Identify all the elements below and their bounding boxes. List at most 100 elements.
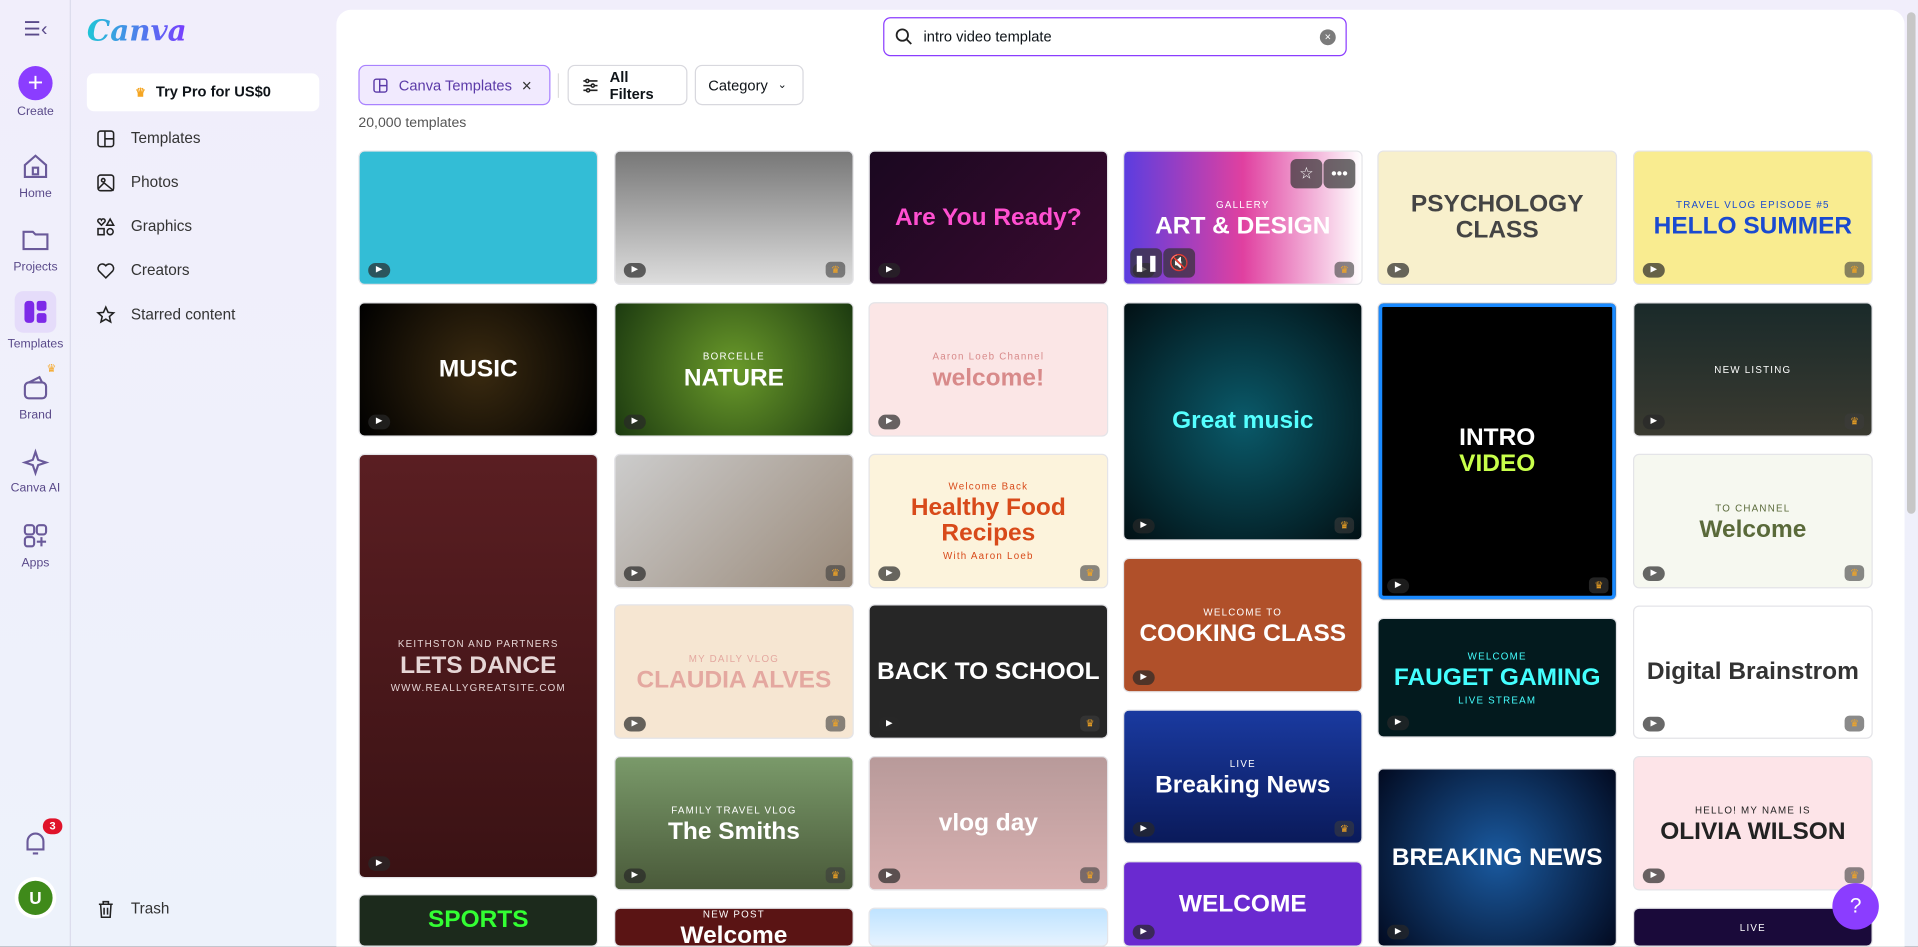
play-icon[interactable]: ▶ <box>878 415 900 430</box>
play-icon[interactable]: ▶ <box>1133 822 1155 837</box>
sidebar-item-templates[interactable]: Templates <box>95 124 200 153</box>
mute-icon[interactable]: 🔇 <box>1163 248 1195 277</box>
sidebar-item-starred[interactable]: Starred content <box>95 300 235 329</box>
play-icon[interactable]: ▶ <box>1387 716 1409 731</box>
search-value: intro video template <box>924 28 1052 45</box>
template-card[interactable]: HELLO! MY NAME ISOLIVIA WILSON▶♛ <box>1633 756 1873 891</box>
play-icon[interactable]: ▶ <box>1387 263 1409 278</box>
play-icon[interactable]: ▶ <box>1133 925 1155 940</box>
notifications-button[interactable]: 3 <box>0 827 71 864</box>
play-icon[interactable]: ▶ <box>624 717 646 732</box>
apps-label: Apps <box>22 557 50 570</box>
help-button[interactable]: ? <box>1832 883 1878 929</box>
category-dropdown[interactable]: Category⌄ <box>695 65 804 105</box>
play-icon[interactable]: ▶ <box>624 566 646 581</box>
clear-search-icon[interactable]: × <box>1320 29 1336 45</box>
play-icon[interactable]: ▶ <box>1643 868 1665 883</box>
template-card[interactable]: INTROVIDEO▶♛ <box>1377 302 1617 600</box>
play-icon[interactable]: ▶ <box>624 415 646 430</box>
create-button[interactable]: +Create <box>0 66 71 119</box>
template-card[interactable]: FAMILY TRAVEL VLOGThe Smiths▶♛ <box>614 756 854 891</box>
collapse-sidebar-button[interactable]: ☰‹ <box>0 17 71 41</box>
play-icon[interactable]: ▶ <box>368 263 390 278</box>
canva-logo[interactable]: Canva <box>87 12 187 47</box>
play-icon[interactable]: ▶ <box>1387 579 1409 594</box>
template-card[interactable]: Digital Brainstrom▶♛ <box>1633 605 1873 738</box>
template-card[interactable]: ▶♛ <box>614 454 854 589</box>
play-icon[interactable]: ▶ <box>878 868 900 883</box>
template-card[interactable]: NEW LISTING▶♛ <box>1633 302 1873 437</box>
template-card[interactable]: BORCELLENATURE▶ <box>614 302 854 437</box>
try-pro-button[interactable]: ♛Try Pro for US$0 <box>87 73 319 111</box>
rail-templates[interactable]: Templates <box>0 291 71 351</box>
rail-canva-ai[interactable]: Canva AI <box>0 445 71 495</box>
card-subtitle: NEW POST <box>703 909 765 920</box>
avatar[interactable]: U <box>0 881 71 915</box>
play-icon[interactable]: ▶ <box>1643 415 1665 430</box>
play-icon[interactable]: ▶ <box>1133 670 1155 685</box>
close-icon[interactable]: × <box>522 75 532 95</box>
templates-label: Templates <box>8 338 64 351</box>
template-card[interactable]: WELCOME▶ <box>1123 861 1363 947</box>
template-card[interactable]: BACK TO SCHOOL▶♛ <box>868 604 1108 739</box>
play-icon[interactable]: ▶ <box>1133 519 1155 534</box>
play-icon[interactable]: ▶ <box>368 415 390 430</box>
play-icon[interactable]: ▶ <box>624 263 646 278</box>
play-icon[interactable]: ▶ <box>878 263 900 278</box>
template-card[interactable]: Are You Ready?▶ <box>868 150 1108 285</box>
sidebar-item-photos[interactable]: Photos <box>95 168 178 197</box>
brand-icon <box>20 372 52 404</box>
pause-icon[interactable]: ❚❚ <box>1130 248 1162 277</box>
play-icon[interactable]: ▶ <box>1643 566 1665 581</box>
template-card[interactable]: PSYCHOLOGY CLASS ▶ <box>1377 150 1617 285</box>
template-card[interactable]: NEW POSTWelcome <box>614 908 854 947</box>
card-subtitle: TO CHANNEL <box>1715 503 1790 514</box>
sidebar-item-trash[interactable]: Trash <box>95 894 169 923</box>
rail-apps[interactable]: Apps <box>0 520 71 570</box>
template-card[interactable]: TO CHANNELWelcome▶♛ <box>1633 454 1873 589</box>
all-filters-button[interactable]: All Filters <box>568 65 688 105</box>
template-card[interactable]: TRAVEL VLOG EPISODE #5HELLO SUMMER▶♛ <box>1633 150 1873 285</box>
more-icon[interactable]: ••• <box>1324 159 1356 188</box>
card-title: HELLO SUMMER <box>1654 214 1852 240</box>
template-card[interactable]: Aaron Loeb Channelwelcome!▶ <box>868 302 1108 437</box>
crown-icon: ♛ <box>826 565 846 581</box>
play-icon[interactable]: ▶ <box>1387 925 1409 940</box>
photo-icon <box>95 172 116 193</box>
sidebar-item-graphics[interactable]: Graphics <box>95 212 192 241</box>
template-card[interactable]: ▶ <box>358 150 598 285</box>
template-card[interactable]: GALLERYART & DESIGN▶♛☆•••❚❚🔇 <box>1123 150 1363 285</box>
template-card[interactable]: Welcome BackHealthy Food RecipesWith Aar… <box>868 454 1108 589</box>
sidebar-item-label: Creators <box>131 262 190 279</box>
template-card[interactable]: WELCOMEFAUGET GAMINGLIVE STREAM▶ <box>1377 618 1617 738</box>
card-subtitle: LIVE STREAM <box>1458 694 1536 705</box>
template-card[interactable]: ▶♛ <box>614 150 854 285</box>
play-icon[interactable]: ▶ <box>878 717 900 732</box>
rail-home[interactable]: Home <box>0 150 71 200</box>
template-card[interactable] <box>868 908 1108 947</box>
scrollbar[interactable] <box>1907 12 1916 514</box>
card-subtitle: HELLO! MY NAME IS <box>1695 805 1811 816</box>
rail-projects[interactable]: Projects <box>0 224 71 274</box>
template-card[interactable]: vlog day▶♛ <box>868 756 1108 891</box>
template-card[interactable]: BREAKING NEWS▶ <box>1377 768 1617 947</box>
star-icon[interactable]: ☆ <box>1290 159 1322 188</box>
play-icon[interactable]: ▶ <box>878 566 900 581</box>
template-card[interactable]: KEITHSTON AND PARTNERSLETS DANCEWWW.REAL… <box>358 454 598 878</box>
template-card[interactable]: Great music▶♛ <box>1123 302 1363 541</box>
template-card[interactable]: MUSIC▶ <box>358 302 598 437</box>
template-card[interactable]: SPORTS <box>358 894 598 947</box>
play-icon[interactable]: ▶ <box>1643 717 1665 732</box>
rail-brand[interactable]: ♛Brand <box>0 372 71 422</box>
canva-templates-filter-chip[interactable]: Canva Templates× <box>358 65 550 105</box>
card-title: PSYCHOLOGY CLASS <box>1379 192 1616 243</box>
play-icon[interactable]: ▶ <box>624 868 646 883</box>
search-input[interactable]: intro video template × <box>883 17 1347 56</box>
template-card[interactable]: MY DAILY VLOGCLAUDIA ALVES▶♛ <box>614 604 854 739</box>
play-icon[interactable]: ▶ <box>1643 263 1665 278</box>
play-icon[interactable]: ▶ <box>368 856 390 871</box>
template-card[interactable]: LIVEBreaking News▶♛ <box>1123 709 1363 844</box>
sparkle-icon <box>20 445 52 477</box>
sidebar-item-creators[interactable]: Creators <box>95 256 189 285</box>
template-card[interactable]: WELCOME TOCOOKING CLASS▶ <box>1123 558 1363 693</box>
